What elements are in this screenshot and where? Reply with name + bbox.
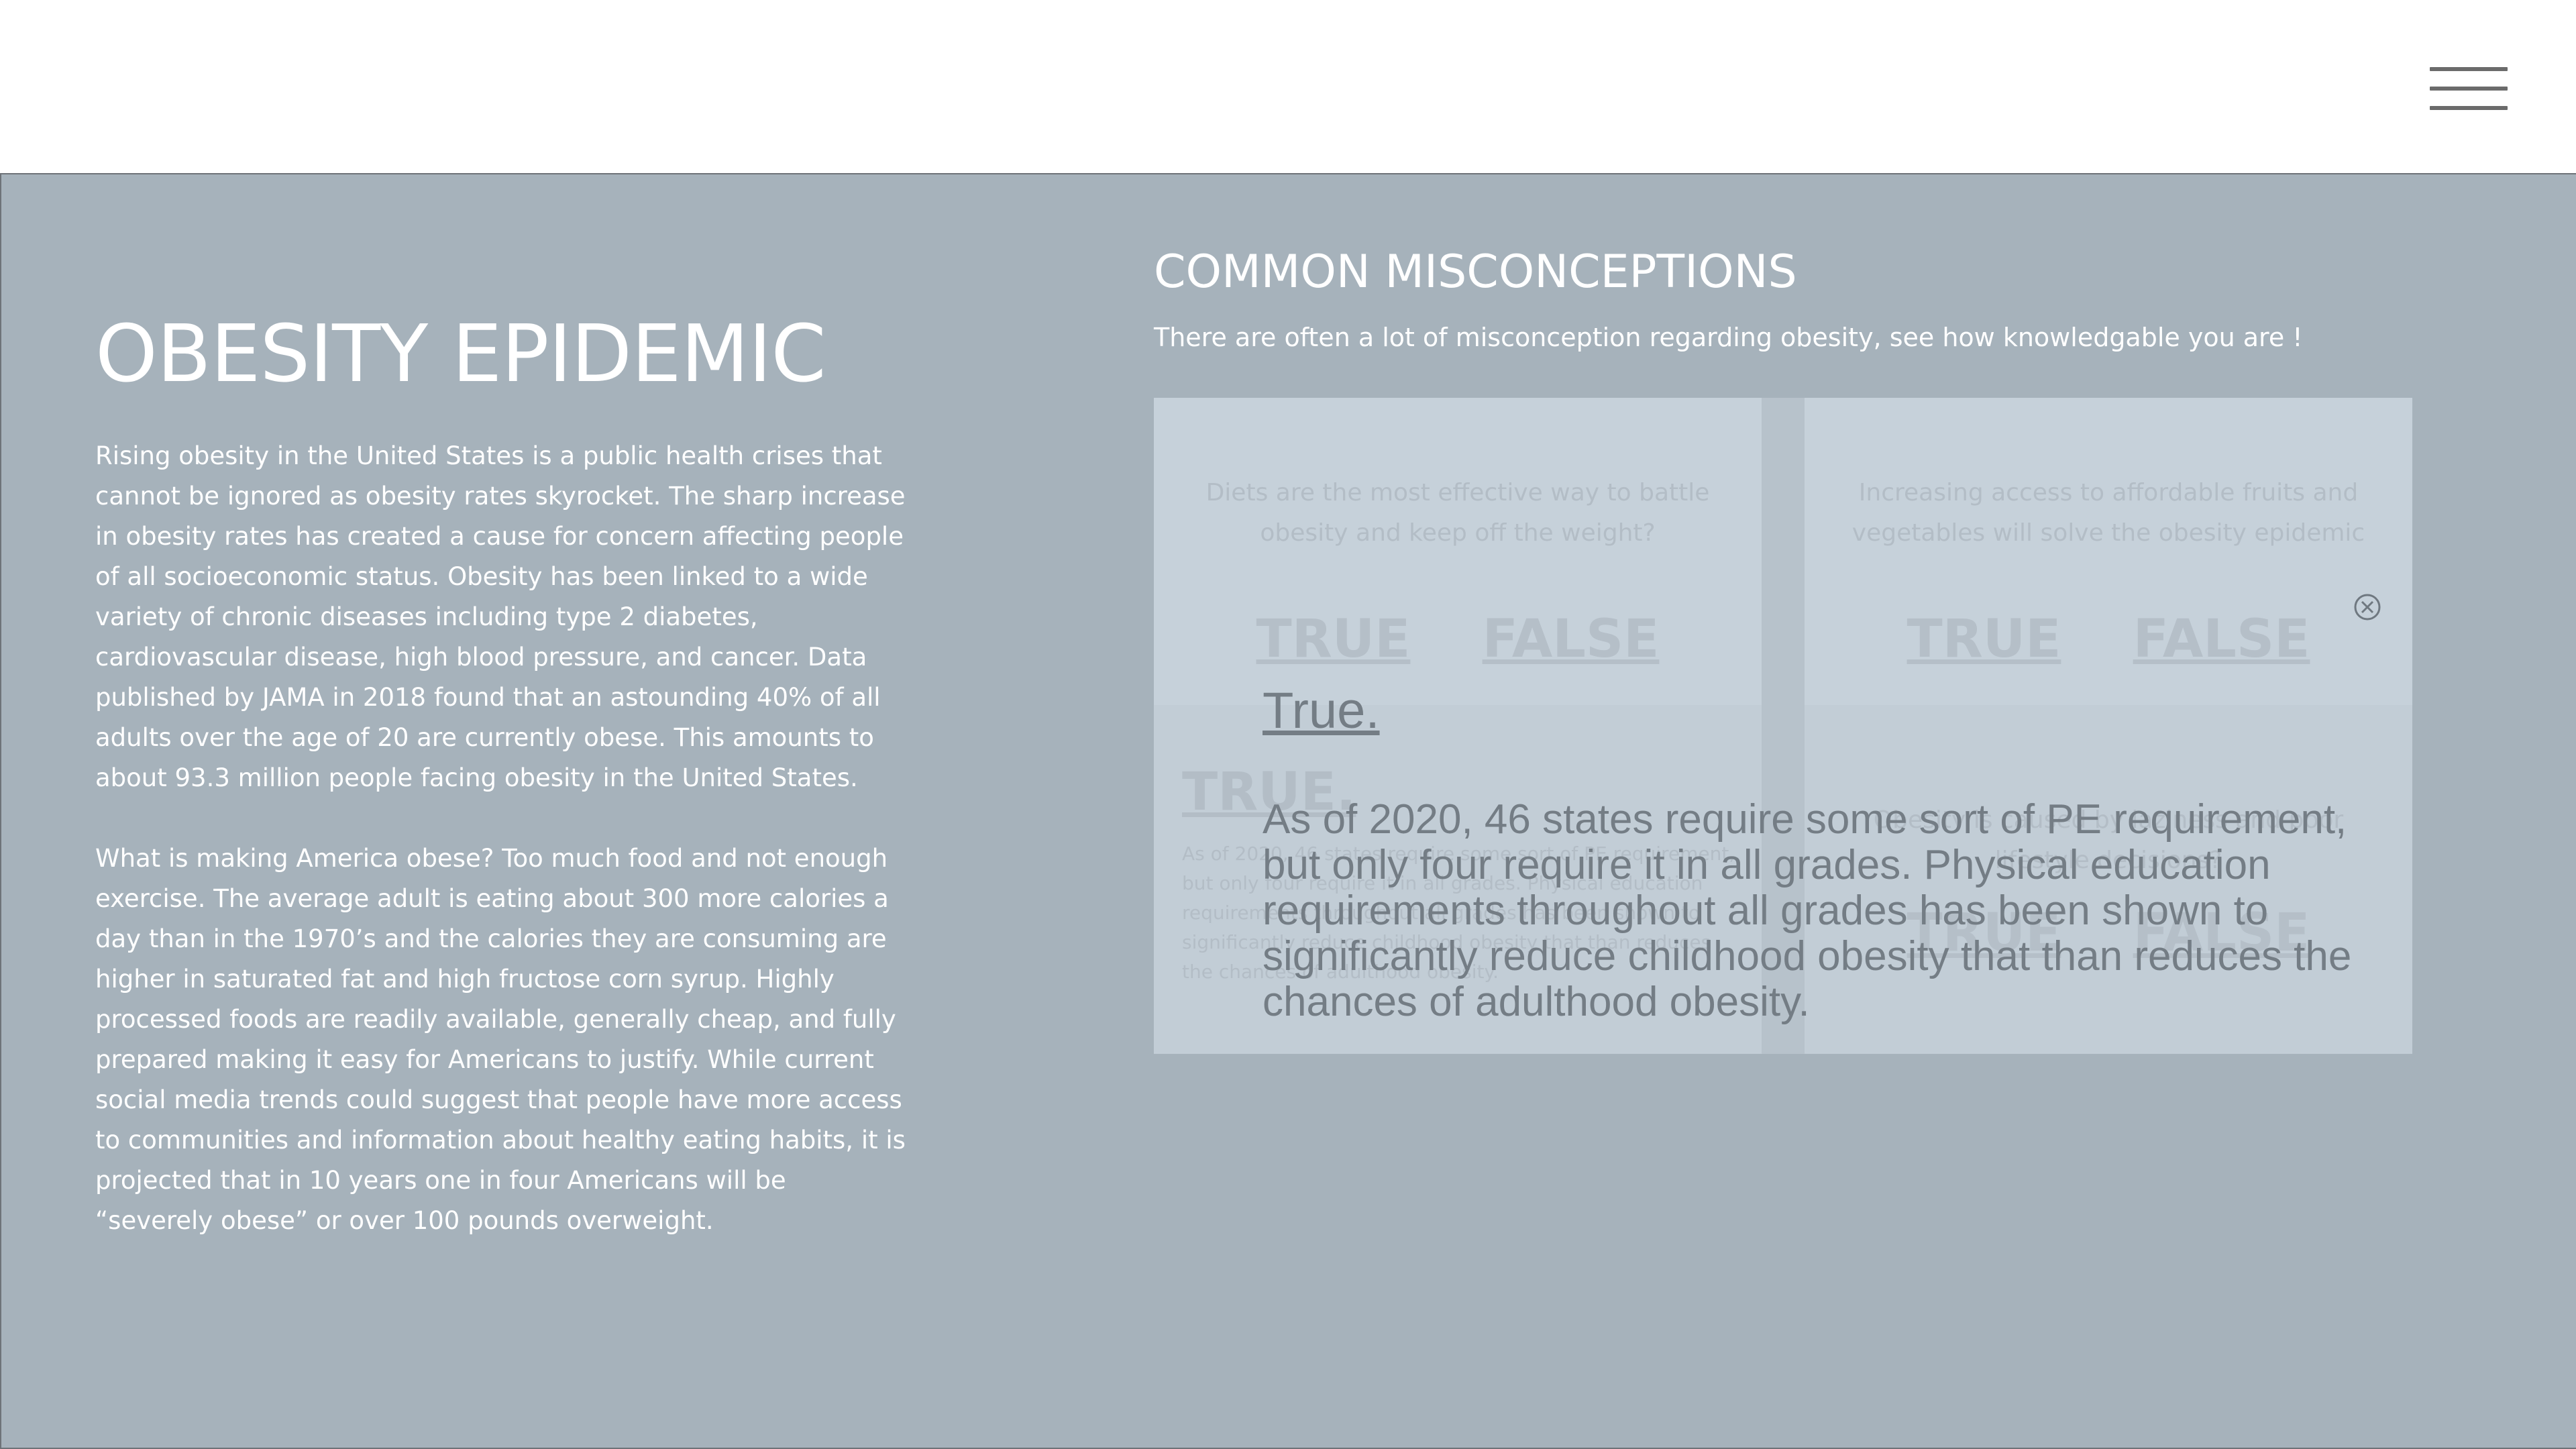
- page-title: OBESITY EPIDEMIC: [95, 307, 826, 400]
- quiz-question: Increasing access to affordable fruits a…: [1851, 479, 2365, 547]
- misconceptions-title: COMMON MISCONCEPTIONS: [1154, 246, 1797, 299]
- true-button[interactable]: TRUE: [1256, 609, 1411, 669]
- intro-paragraph-1: Rising obesity in the United States is a…: [95, 441, 906, 792]
- answer-buttons: TRUE FALSE: [1154, 609, 1762, 669]
- site-header: [0, 0, 2576, 173]
- close-circle-icon[interactable]: [2353, 593, 2381, 621]
- true-button[interactable]: TRUE: [1907, 609, 2061, 669]
- menu-bar: [2430, 87, 2508, 91]
- quiz-question: Diets are the most effective way to batt…: [1205, 479, 1710, 547]
- popup-answer-title: True.: [1263, 682, 1380, 739]
- false-button[interactable]: FALSE: [1483, 609, 1660, 669]
- menu-bar: [2430, 106, 2508, 110]
- quiz-card-diets: Diets are the most effective way to batt…: [1154, 398, 1762, 705]
- intro-paragraph-2: What is making America obese? Too much f…: [95, 844, 906, 1235]
- false-button[interactable]: FALSE: [2133, 609, 2310, 669]
- answer-buttons: TRUE FALSE: [1805, 609, 2412, 669]
- quiz-card-fruits: Increasing access to affordable fruits a…: [1805, 398, 2412, 705]
- misconceptions-subtitle: There are often a lot of misconception r…: [1154, 323, 2303, 352]
- intro-text: Rising obesity in the United States is a…: [95, 436, 910, 1281]
- menu-bar: [2430, 67, 2508, 71]
- hamburger-menu-icon[interactable]: [2430, 64, 2508, 113]
- popup-answer-body: As of 2020, 46 states require some sort …: [1263, 796, 2352, 1025]
